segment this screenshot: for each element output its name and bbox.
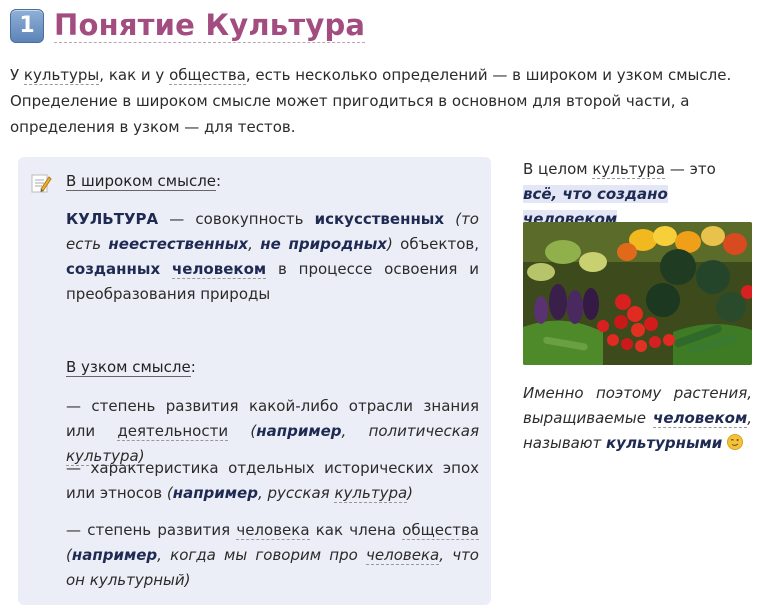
summary-note: В целом культура — это всё, что создано … [523, 157, 753, 232]
wink-emoji-icon [727, 434, 744, 450]
def-text [160, 260, 172, 278]
intro-paragraph: У культуры, как и у общества, есть неско… [10, 62, 762, 140]
term: КУЛЬТУРА [66, 210, 159, 228]
broad-definition: КУЛЬТУРА — совокупность искусственных (т… [66, 207, 479, 307]
italic-text: , [248, 235, 261, 253]
highlight-text: всё, что создано [523, 185, 668, 203]
example-word: например [172, 484, 258, 502]
bold-italic-word: не природных [260, 235, 387, 253]
example-word: например [71, 546, 158, 564]
narrow-label: В узком смысле: [66, 358, 196, 377]
link-culture[interactable]: культура [592, 160, 666, 179]
memo-icon [30, 172, 52, 199]
item-text: — степень развития [66, 521, 237, 539]
paren: ( [162, 484, 173, 502]
note-text: В целом [523, 160, 593, 178]
def-text: — совокупность [158, 210, 315, 228]
intro-text: , как и у [99, 66, 170, 84]
narrow-label-text: В узком смысле [66, 358, 191, 377]
vegetables-image [523, 222, 752, 365]
italic-text: , политическая [341, 422, 479, 440]
bold-word: культурными [605, 434, 723, 452]
colon: : [216, 172, 222, 190]
link-human[interactable]: человека [366, 546, 440, 565]
link-society[interactable]: общества [402, 521, 479, 540]
paren: ) [184, 571, 191, 589]
broad-label-text: В широком смысле [66, 172, 217, 191]
example-word: например [256, 422, 342, 440]
title-text: Понятие Культура [54, 8, 366, 43]
narrow-item-3: — степень развития человека как члена об… [66, 518, 479, 593]
link-society[interactable]: общества [169, 66, 246, 85]
link-human[interactable]: человека [236, 521, 310, 540]
definitions-panel: В широком смысле: КУЛЬТУРА — совокупност… [18, 157, 491, 605]
italic-text: , русская [257, 484, 335, 502]
bold-word: созданных [66, 260, 161, 278]
number-badge: 1 [10, 8, 44, 43]
bold-word: искусственных [314, 210, 445, 228]
intro-text: У [10, 66, 24, 84]
link-human[interactable]: человеком [653, 409, 748, 428]
colon: : [190, 358, 196, 376]
narrow-item-2: — характеристика отдельных исторических … [66, 456, 479, 506]
link-human[interactable]: человеком [171, 260, 267, 279]
bold-italic-word: неестественных [108, 235, 249, 253]
def-text: объектов, [392, 235, 479, 253]
link-culture[interactable]: культура [334, 484, 408, 503]
image-caption: Именно поэтому растения, выращиваемые че… [523, 381, 752, 456]
page-title: 1 Понятие Культура [10, 8, 366, 43]
item-text: как члена [309, 521, 403, 539]
paren: ( [228, 422, 257, 440]
link-activity[interactable]: деятельности [117, 422, 229, 441]
italic-text: , когда мы говорим про [157, 546, 367, 564]
paren: ) [407, 484, 414, 502]
link-culture[interactable]: культуры [23, 66, 100, 85]
broad-label: В широком смысле: [66, 172, 222, 191]
note-text: — это [665, 160, 716, 178]
